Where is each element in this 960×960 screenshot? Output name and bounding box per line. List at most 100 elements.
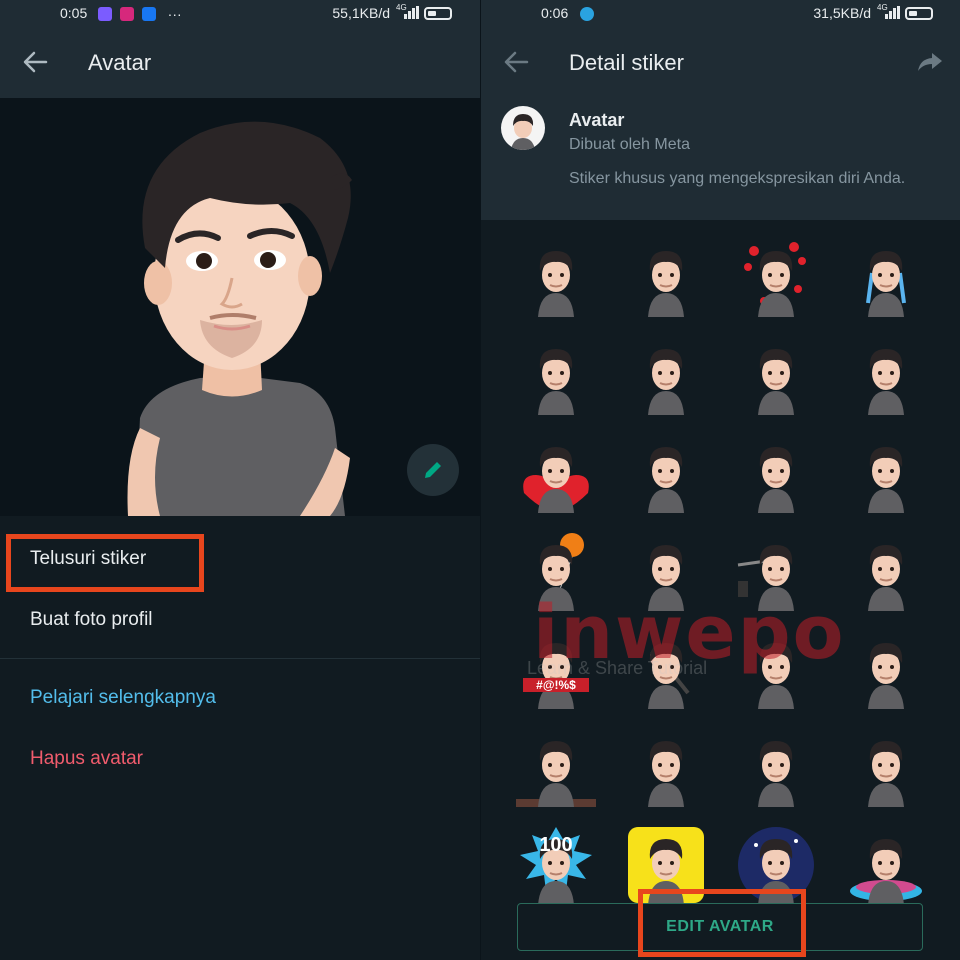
notification-icons: [576, 6, 594, 22]
avatar-sticker-icon: [648, 447, 684, 513]
signal-icon: 4G: [877, 3, 900, 19]
sticker-caption-censored: #@!%$: [523, 678, 589, 692]
avatar-sticker-icon: [758, 349, 794, 415]
sticker-pack-header: Avatar Dibuat oleh Meta Stiker khusus ya…: [481, 98, 960, 220]
avatar-sticker-icon: [758, 643, 794, 709]
sticker-item[interactable]: [721, 326, 831, 424]
avatar-sticker-icon: [648, 741, 684, 807]
avatar-sticker-icon: [868, 545, 904, 611]
network-type: 4G: [396, 3, 407, 12]
avatar-preview: [0, 98, 480, 516]
avatar-sticker-icon: [758, 447, 794, 513]
avatar-sticker-icon: [538, 643, 574, 709]
sticker-item[interactable]: [831, 424, 941, 522]
telegram-icon: [580, 7, 594, 21]
divider: [0, 658, 480, 659]
sticker-detail-screen: 0:06 31,5KB/d 4G Detail stiker Avatar Di…: [480, 0, 960, 960]
app-notification-icon: [98, 7, 112, 21]
sticker-item[interactable]: [721, 424, 831, 522]
avatar-sticker-icon: [758, 741, 794, 807]
status-time: 0:06: [541, 5, 569, 21]
page-title: Detail stiker: [569, 50, 684, 75]
create-profile-photo-item[interactable]: Buat foto profil: [30, 609, 153, 631]
sticker-item[interactable]: [501, 424, 611, 522]
back-arrow-icon[interactable]: [503, 50, 529, 74]
avatar-sticker-icon: [866, 251, 906, 317]
screenshot-composite: 0:05 ··· 55,1KB/d 4G Avatar Telusuri sti…: [0, 0, 960, 960]
sticker-item[interactable]: [831, 228, 941, 326]
battery-icon: [905, 6, 933, 20]
status-right: 55,1KB/d 4G: [332, 3, 452, 21]
avatar-sticker-icon: [648, 643, 690, 709]
sticker-item[interactable]: [611, 326, 721, 424]
avatar-sticker-icon: [868, 643, 904, 709]
pack-description: Stiker khusus yang mengekspresikan diri …: [569, 170, 906, 187]
sticker-item[interactable]: [501, 718, 611, 816]
sticker-item[interactable]: [611, 522, 721, 620]
edit-avatar-fab[interactable]: [407, 444, 459, 496]
instagram-icon: [119, 7, 134, 21]
sticker-item[interactable]: [831, 326, 941, 424]
avatar-sticker-icon: [516, 741, 596, 807]
avatar-sticker-icon: [538, 349, 574, 415]
sticker-item[interactable]: [611, 424, 721, 522]
network-type: 4G: [877, 3, 888, 12]
avatar-sticker-icon: [648, 545, 684, 611]
avatar-sticker-icon: [538, 251, 574, 317]
sticker-item[interactable]: [501, 228, 611, 326]
sticker-item[interactable]: [611, 228, 721, 326]
avatar-sticker-icon: [744, 242, 806, 317]
sticker-item[interactable]: [611, 718, 721, 816]
more-notifications-icon: ···: [167, 6, 182, 22]
sticker-item[interactable]: [831, 816, 941, 914]
sticker-item[interactable]: [831, 718, 941, 816]
pack-author: Dibuat oleh Meta: [569, 136, 690, 153]
delete-avatar-item[interactable]: Hapus avatar: [30, 748, 143, 770]
notification-icons: ···: [94, 6, 182, 22]
sticker-grid: #@!%$ 100: [501, 228, 941, 914]
app-bar: Avatar: [0, 26, 480, 98]
avatar-sticker-icon: [648, 349, 684, 415]
avatar-sticker-icon: [850, 839, 922, 905]
network-speed: 55,1KB/d: [332, 5, 390, 21]
avatar-thumb-icon: [511, 114, 535, 150]
sticker-item[interactable]: [721, 620, 831, 718]
status-bar: 0:06 31,5KB/d 4G: [481, 0, 960, 26]
avatar-sticker-icon: [523, 447, 589, 513]
avatar-sticker-icon: [868, 741, 904, 807]
pack-thumbnail: [501, 106, 545, 150]
status-right: 31,5KB/d 4G: [813, 3, 933, 21]
share-forward-icon[interactable]: [917, 50, 943, 74]
page-title: Avatar: [88, 50, 152, 75]
highlight-box: [638, 889, 806, 957]
sticker-item[interactable]: #@!%$: [501, 620, 611, 718]
sticker-item[interactable]: [501, 522, 611, 620]
avatar-sticker-icon: [648, 251, 684, 317]
signal-icon: 4G: [396, 3, 419, 19]
sticker-item[interactable]: [831, 522, 941, 620]
sticker-item[interactable]: [831, 620, 941, 718]
avatar-illustration: [127, 121, 352, 516]
avatar-screen: 0:05 ··· 55,1KB/d 4G Avatar Telusuri sti…: [0, 0, 480, 960]
pencil-icon: [425, 462, 441, 478]
sticker-item[interactable]: [721, 522, 831, 620]
sticker-caption-100: 100: [539, 834, 573, 856]
avatar-sticker-icon: [868, 349, 904, 415]
avatar-sticker-icon: [868, 447, 904, 513]
sticker-item[interactable]: [611, 620, 721, 718]
sticker-item[interactable]: [721, 228, 831, 326]
battery-icon: [424, 6, 452, 20]
avatar-sticker-icon: [538, 533, 584, 611]
sticker-item[interactable]: 100: [501, 816, 611, 914]
sticker-item[interactable]: [721, 718, 831, 816]
network-speed: 31,5KB/d: [813, 5, 871, 21]
app-bar: Detail stiker: [481, 26, 960, 98]
status-bar: 0:05 ··· 55,1KB/d 4G: [0, 0, 480, 26]
status-time: 0:05: [60, 5, 88, 21]
pack-name: Avatar: [569, 110, 625, 130]
sticker-item[interactable]: [501, 326, 611, 424]
highlight-box: [6, 534, 204, 592]
back-arrow-icon[interactable]: [22, 50, 48, 74]
facebook-icon: [141, 7, 156, 21]
learn-more-link[interactable]: Pelajari selengkapnya: [30, 687, 216, 709]
